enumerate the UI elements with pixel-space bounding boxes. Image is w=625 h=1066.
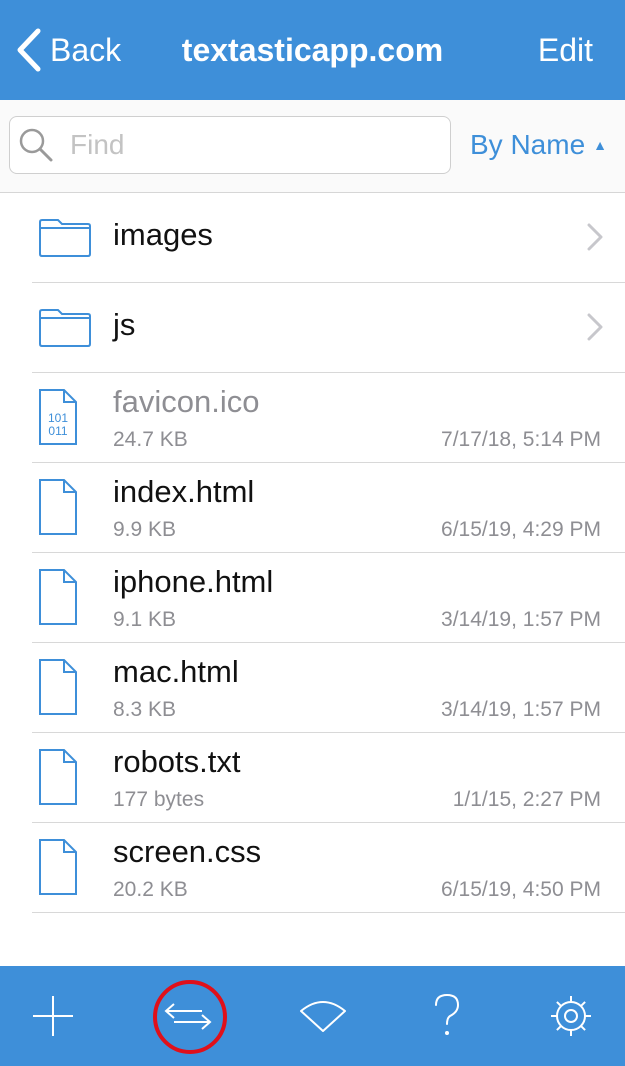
transfer-button[interactable] <box>143 966 233 1066</box>
file-size: 9.1 KB <box>113 608 177 631</box>
folder-name: images <box>113 217 213 252</box>
sort-button-label: By Name <box>470 129 586 160</box>
svg-text:011: 011 <box>48 424 67 438</box>
search-bar: By Name ▲ <box>0 100 625 193</box>
file-row-screen-css[interactable]: screen.css 20.2 KB 6/15/19, 4:50 PM <box>32 823 625 913</box>
file-name: screen.css <box>113 834 262 869</box>
sort-button[interactable]: By Name ▲ <box>470 116 607 174</box>
gear-icon <box>551 996 591 1036</box>
add-button[interactable] <box>8 966 98 1066</box>
file-icon <box>39 839 77 895</box>
file-size: 177 bytes <box>113 788 205 811</box>
file-date: 6/15/19, 4:29 PM <box>441 518 601 541</box>
binary-file-icon: 101 011 <box>39 389 77 445</box>
file-row-favicon-ico[interactable]: 101 011 favicon.ico 24.7 KB 7/17/18, 5:1… <box>32 373 625 463</box>
file-row-index-html[interactable]: index.html 9.9 KB 6/15/19, 4:29 PM <box>32 463 625 553</box>
edit-button[interactable]: Edit <box>538 26 593 74</box>
file-list: images js 101 011 favicon.ico 24.7 KB 7/… <box>0 193 625 913</box>
file-date: 3/14/19, 1:57 PM <box>441 608 601 631</box>
search-icon <box>19 128 53 162</box>
file-name: index.html <box>113 474 255 509</box>
folder-row-images[interactable]: images <box>32 193 625 283</box>
wifi-transfer-button[interactable] <box>278 966 368 1066</box>
file-icon <box>39 749 77 805</box>
plus-icon <box>33 996 73 1036</box>
search-field[interactable] <box>9 116 451 174</box>
settings-button[interactable] <box>526 966 616 1066</box>
file-date: 6/15/19, 4:50 PM <box>441 878 601 901</box>
file-date: 1/1/15, 2:27 PM <box>452 788 601 811</box>
file-icon <box>39 659 77 715</box>
file-size: 8.3 KB <box>113 698 177 721</box>
wifi-icon <box>300 1001 346 1032</box>
folder-icon <box>39 309 91 347</box>
file-icon <box>39 479 77 535</box>
svg-text:101: 101 <box>48 411 68 425</box>
file-date: 7/17/18, 5:14 PM <box>441 428 601 451</box>
bottom-toolbar <box>0 966 625 1066</box>
file-name: iphone.html <box>113 564 274 599</box>
chevron-right-icon <box>587 223 603 251</box>
file-name: robots.txt <box>113 744 241 779</box>
file-name: favicon.ico <box>113 384 260 419</box>
file-row-iphone-html[interactable]: iphone.html 9.1 KB 3/14/19, 1:57 PM <box>32 553 625 643</box>
folder-row-js[interactable]: js <box>32 283 625 373</box>
file-date: 3/14/19, 1:57 PM <box>441 698 601 721</box>
file-icon <box>39 569 77 625</box>
help-button[interactable] <box>402 966 492 1066</box>
file-size: 9.9 KB <box>113 518 177 541</box>
help-icon <box>435 993 460 1035</box>
navigation-bar: Back textasticapp.com Edit <box>0 0 625 100</box>
folder-name: js <box>113 307 136 342</box>
page-title: textasticapp.com <box>181 32 444 68</box>
file-row-mac-html[interactable]: mac.html 8.3 KB 3/14/19, 1:57 PM <box>32 643 625 733</box>
transfer-arrows-icon <box>164 1003 212 1030</box>
file-name: mac.html <box>113 654 239 689</box>
sort-ascending-icon: ▲ <box>593 137 608 153</box>
file-row-robots-txt[interactable]: robots.txt 177 bytes 1/1/15, 2:27 PM <box>32 733 625 823</box>
file-size: 24.7 KB <box>113 428 188 451</box>
chevron-right-icon <box>587 313 603 341</box>
file-size: 20.2 KB <box>113 878 188 901</box>
folder-icon <box>39 219 91 257</box>
search-input[interactable] <box>70 129 400 161</box>
